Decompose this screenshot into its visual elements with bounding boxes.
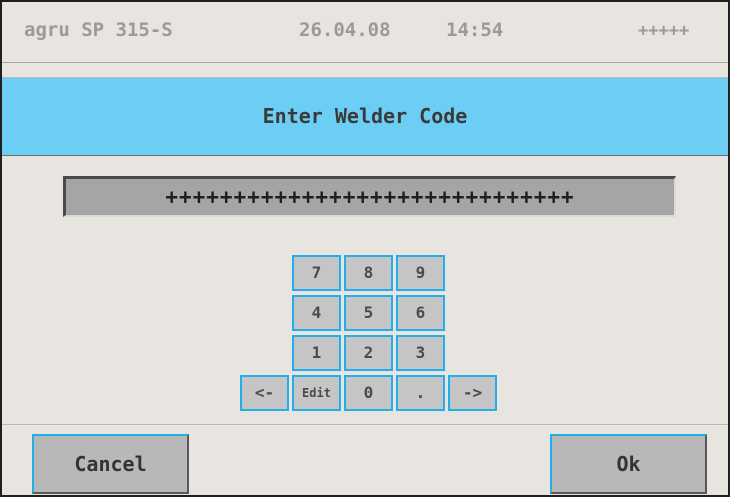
key-6[interactable]: 6 <box>396 295 445 331</box>
key-0[interactable]: 0 <box>344 375 393 411</box>
footer-divider <box>2 424 728 425</box>
status-bar: agru SP 315-S 26.04.08 14:54 +++++ <box>2 2 728 63</box>
key-3[interactable]: 3 <box>396 335 445 371</box>
welder-code-field[interactable]: ++++++++++++++++++++++++++++++ <box>63 176 676 217</box>
cancel-button[interactable]: Cancel <box>32 434 189 494</box>
key-9[interactable]: 9 <box>396 255 445 291</box>
decimal-point-key[interactable]: . <box>396 375 445 411</box>
key-7[interactable]: 7 <box>292 255 341 291</box>
dialog-title: Enter Welder Code <box>2 78 728 156</box>
cursor-left-key[interactable]: <- <box>240 375 289 411</box>
key-8[interactable]: 8 <box>344 255 393 291</box>
status-date: 26.04.08 <box>299 19 391 41</box>
edit-key[interactable]: Edit <box>292 375 341 411</box>
device-model: agru SP 315-S <box>24 19 173 41</box>
cursor-right-key[interactable]: -> <box>448 375 497 411</box>
key-5[interactable]: 5 <box>344 295 393 331</box>
ok-button[interactable]: Ok <box>550 434 707 494</box>
key-2[interactable]: 2 <box>344 335 393 371</box>
key-1[interactable]: 1 <box>292 335 341 371</box>
device-screen: agru SP 315-S 26.04.08 14:54 +++++ Enter… <box>0 0 730 497</box>
status-indicator: +++++ <box>638 21 690 41</box>
status-time: 14:54 <box>446 19 504 41</box>
key-4[interactable]: 4 <box>292 295 341 331</box>
